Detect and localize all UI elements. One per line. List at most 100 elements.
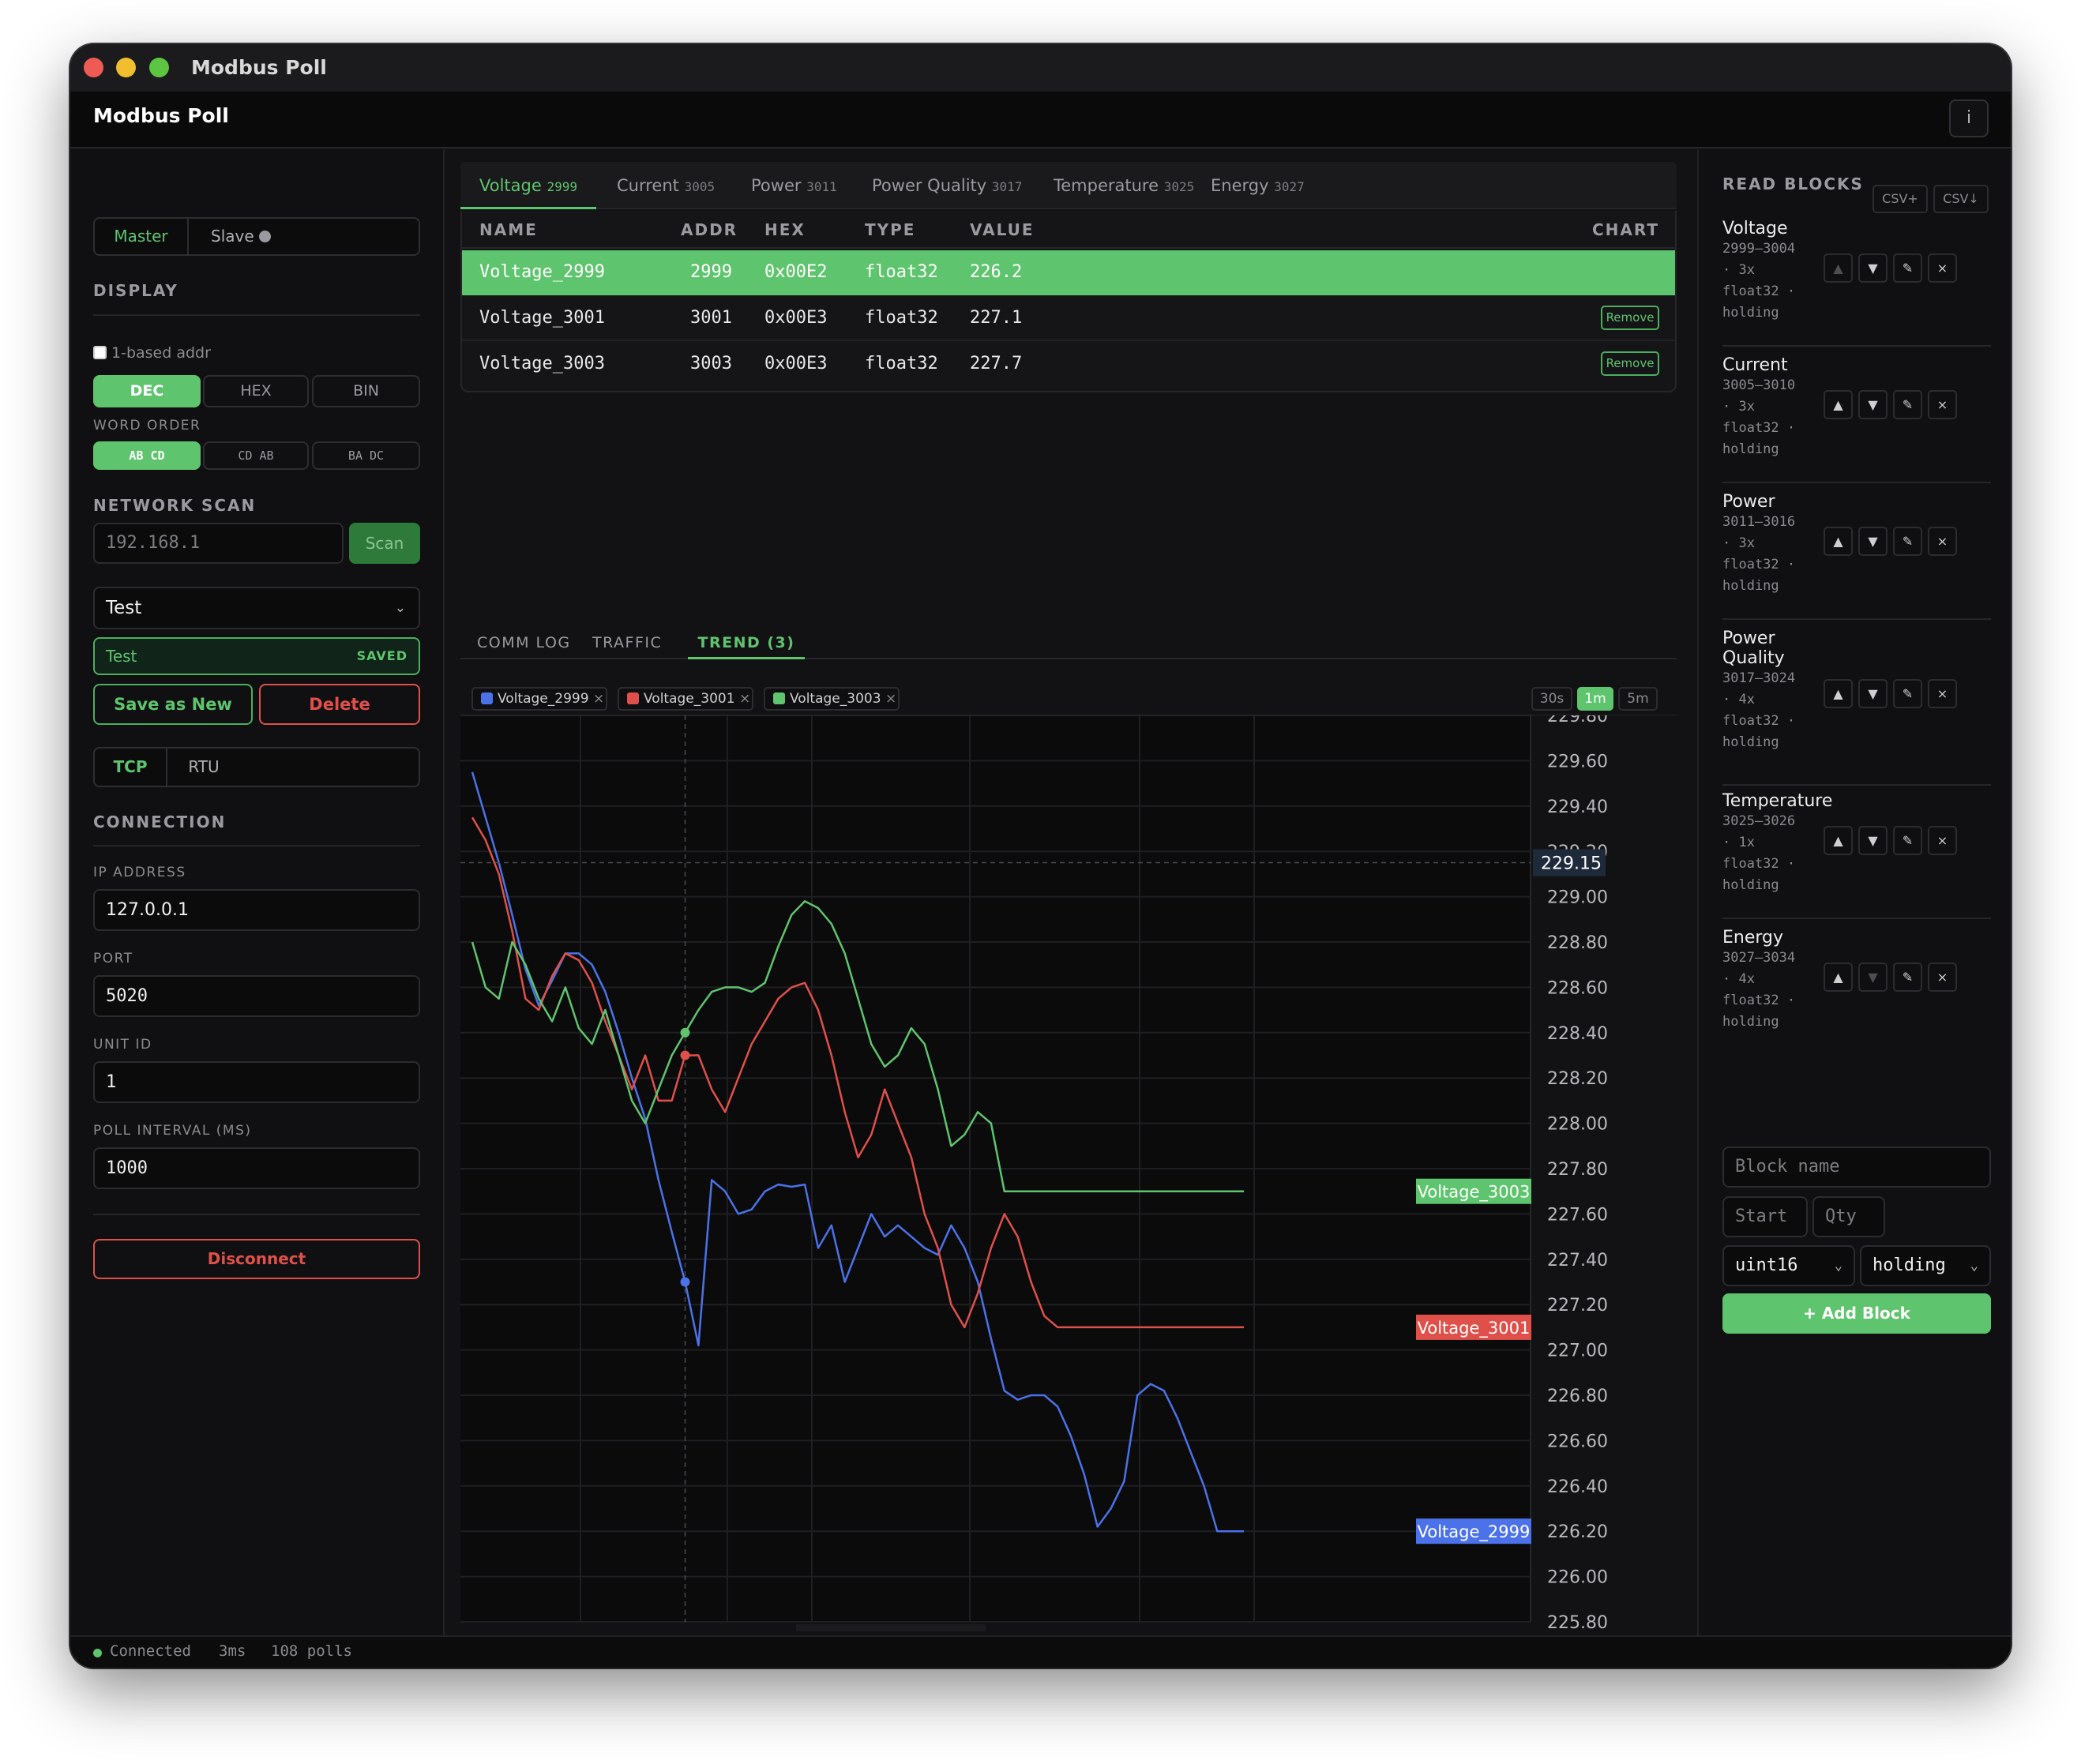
scan-subnet-input[interactable]: 192.168.1 [93,523,344,564]
rtu-button[interactable]: RTU [167,749,240,786]
close-window-button[interactable] [84,58,103,77]
read-block-item[interactable]: Power 3011–3016 · 3x float32 · holding ▲ ▼ ✎ × [1722,492,1991,597]
disconnect-button[interactable]: Disconnect [93,1239,420,1279]
close-icon[interactable]: × [1928,963,1957,992]
tab-power-quality[interactable]: Power Quality 3017 [872,162,1022,209]
move-down-icon[interactable]: ▼ [1858,527,1888,556]
table-type-select[interactable]: holding ⌄ [1860,1245,1991,1286]
range-1m-button[interactable]: 1m [1577,687,1613,711]
read-block-item[interactable]: Current 3005–3010 · 3x float32 · holding ▲ ▼ ✎ × [1722,355,1991,460]
crosshair-marker [680,1277,690,1287]
port-label: PORT [93,951,133,966]
format-hex-button[interactable]: HEX [203,375,309,407]
move-down-icon[interactable]: ▼ [1858,963,1888,992]
chevron-down-icon: ⌄ [1834,1258,1842,1274]
table-row[interactable]: Voltage_3003 3003 0x00E3 float32 227.7 R… [462,341,1675,387]
close-icon[interactable]: × [593,691,604,707]
one-based-checkbox[interactable] [93,346,107,359]
read-block-item[interactable]: Voltage 2999–3004 · 3x float32 · holding ▲ ▼ ✎ × [1722,219,1991,324]
move-up-icon[interactable]: ▲ [1824,253,1853,283]
series-chip[interactable]: Voltage_3003 × [764,687,900,711]
status-dot-icon [259,231,272,242]
tab-trend[interactable]: TREND (3) [688,626,805,659]
profile-select[interactable]: Test ⌄ [93,587,420,629]
scan-button[interactable]: Scan [349,523,420,564]
remove-chart-button[interactable]: Remove [1601,306,1659,330]
close-icon[interactable]: × [1928,253,1957,283]
tab-temperature[interactable]: Temperature 3025 [1054,162,1194,209]
edit-icon[interactable]: ✎ [1893,527,1922,556]
poll-interval-input[interactable]: 1000 [93,1147,420,1189]
tab-current[interactable]: Current 3005 [617,162,715,209]
tab-comm-log[interactable]: COMM LOG [477,634,571,651]
move-up-icon[interactable]: ▲ [1824,826,1853,855]
edit-icon[interactable]: ✎ [1893,679,1922,708]
edit-icon[interactable]: ✎ [1893,826,1922,855]
start-input[interactable]: Start [1722,1196,1808,1237]
saved-profile-row[interactable]: Test SAVED [93,637,420,675]
move-down-icon[interactable]: ▼ [1858,679,1888,708]
block-name: Temperature [1722,791,1833,811]
csv-export-button[interactable]: CSV↓ [1933,185,1989,213]
edit-icon[interactable]: ✎ [1893,253,1922,283]
table-row[interactable]: Voltage_2999 2999 0x00E2 float32 226.2 [462,250,1675,295]
tab-traffic[interactable]: TRAFFIC [592,634,662,651]
read-block-item[interactable]: Temperature 3025–3026 · 1x float32 · holding… [1722,791,1991,896]
word-order-abcd-button[interactable]: AB CD [93,441,201,470]
move-down-icon[interactable]: ▼ [1858,253,1888,283]
minimize-window-button[interactable] [116,58,136,77]
format-bin-button[interactable]: BIN [312,375,420,407]
slave-mode-button[interactable]: Slave [211,219,272,254]
ip-address-input[interactable]: 127.0.0.1 [93,889,420,931]
tcp-button[interactable]: TCP [95,749,167,786]
word-order-badc-button[interactable]: BA DC [312,441,420,470]
close-icon[interactable]: × [1928,390,1957,419]
block-type: float32 · [1722,557,1796,572]
block-type: float32 · [1722,856,1796,872]
move-down-icon[interactable]: ▼ [1858,826,1888,855]
add-block-button[interactable]: + Add Block [1722,1293,1991,1334]
data-type-select[interactable]: uint16 ⌄ [1722,1245,1855,1286]
range-30s-button[interactable]: 30s [1531,687,1572,711]
y-tick-label: 227.80 [1547,1160,1608,1180]
master-mode-button[interactable]: Master [95,219,189,254]
range-5m-button[interactable]: 5m [1618,687,1658,711]
remove-chart-button[interactable]: Remove [1601,351,1659,376]
y-tick-label: 227.00 [1547,1342,1608,1361]
zoom-window-button[interactable] [149,58,169,77]
tab-energy[interactable]: Energy 3027 [1211,162,1305,209]
close-icon[interactable]: × [739,691,750,707]
csv-import-button[interactable]: CSV+ [1873,185,1928,213]
close-icon[interactable]: × [1928,679,1957,708]
close-icon[interactable]: × [885,691,896,707]
word-order-cdab-button[interactable]: CD AB [203,441,309,470]
table-row[interactable]: Voltage_3001 3001 0x00E3 float32 227.1 R… [462,295,1675,341]
delete-profile-button[interactable]: Delete [259,684,420,725]
format-dec-button[interactable]: DEC [93,375,201,407]
move-down-icon[interactable]: ▼ [1858,390,1888,419]
unit-id-input[interactable]: 1 [93,1061,420,1103]
move-up-icon[interactable]: ▲ [1824,679,1853,708]
cell-type: float32 [865,262,938,282]
edit-icon[interactable]: ✎ [1893,390,1922,419]
tab-voltage[interactable]: Voltage 2999 [460,162,596,209]
series-chip[interactable]: Voltage_2999 × [471,687,607,711]
move-up-icon[interactable]: ▲ [1824,963,1853,992]
trend-chart[interactable]: 229.80229.60229.40229.20229.00228.80228.… [445,715,1697,1631]
edit-icon[interactable]: ✎ [1893,963,1922,992]
port-input[interactable]: 5020 [93,975,420,1017]
close-icon[interactable]: × [1928,826,1957,855]
block-name-input[interactable]: Block name [1722,1147,1991,1188]
close-icon[interactable]: × [1928,527,1957,556]
series-chip[interactable]: Voltage_3001 × [618,687,753,711]
qty-input[interactable]: Qty [1812,1196,1885,1237]
read-block-item[interactable]: Power Quality 3017–3024 · 4x float32 · holdin… [1722,629,1991,753]
block-type: float32 · [1722,283,1796,299]
move-up-icon[interactable]: ▲ [1824,390,1853,419]
tab-power[interactable]: Power 3011 [751,162,837,209]
read-block-item[interactable]: Energy 3027–3034 · 4x float32 · holding ▲ ▼ ✎ × [1722,928,1991,1033]
save-as-new-button[interactable]: Save as New [93,684,253,725]
move-up-icon[interactable]: ▲ [1824,527,1853,556]
info-button[interactable]: i [1949,99,1989,137]
block-type: float32 · [1722,713,1796,729]
